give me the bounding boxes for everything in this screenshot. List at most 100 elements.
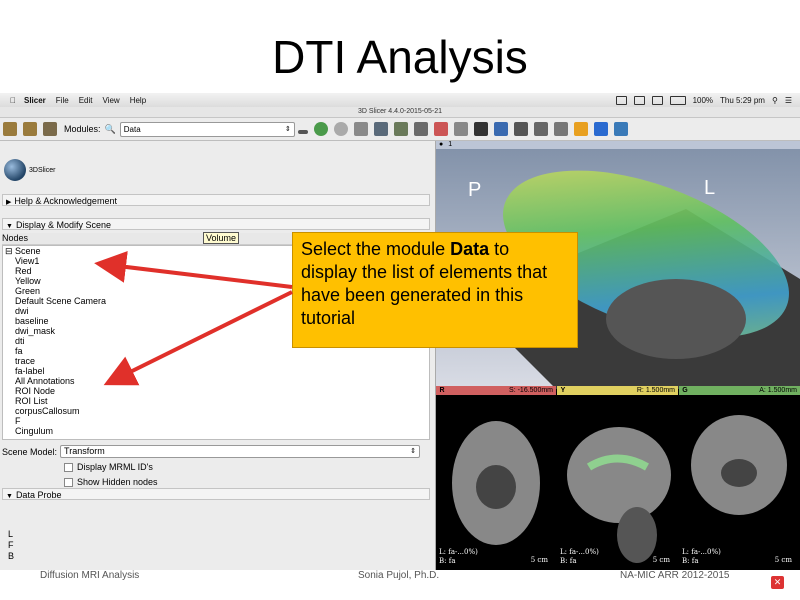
orientation-label-p: P	[468, 179, 482, 201]
view-3d-label: 1	[448, 141, 453, 148]
back-arrow-icon[interactable]	[313, 122, 328, 136]
data-probe-section[interactable]: ▼ Data Probe	[2, 488, 430, 500]
checkbox-icon	[64, 477, 73, 487]
tree-row[interactable]: ROI Node	[3, 386, 429, 396]
module-panel: 3DSlicer ▶ Help & Acknowledgement ▼ Displa…	[0, 141, 436, 570]
module-selector[interactable]: Data	[119, 121, 295, 137]
green-slice-view[interactable]: G A: 1.500mm L: fa-...0%) B: fa 5 cm	[679, 386, 800, 570]
segment-icon[interactable]	[413, 122, 428, 136]
notification-center-icon[interactable]: ☰	[785, 96, 792, 105]
battery-icon[interactable]	[669, 95, 686, 105]
green-slice-offset[interactable]: A: 1.500mm	[691, 386, 800, 395]
volume-tooltip: Volume	[203, 232, 240, 244]
checkbox-label: Display MRML ID's	[77, 462, 153, 472]
tree-row[interactable]: Cingulum	[3, 426, 429, 436]
forward-arrow-icon[interactable]	[333, 122, 348, 136]
red-slice-scale: 5 cm	[530, 556, 548, 564]
red-slice-info: L: fa-...0%) B: fa	[439, 548, 478, 565]
place-fiducial-icon[interactable]	[573, 122, 588, 136]
red-slice-view[interactable]: R S: -16.500mm L: fa-...0%) B: fa 5 cm	[436, 386, 556, 570]
dropbox-icon[interactable]	[615, 95, 627, 105]
footer-left: Diffusion MRI Analysis	[40, 570, 140, 581]
crosshair-icon[interactable]	[493, 122, 508, 136]
tree-row[interactable]: F	[3, 416, 429, 426]
expanded-triangle-icon: ▼	[6, 493, 13, 500]
load-dicom-icon[interactable]	[23, 122, 37, 136]
yellow-slice-info: L: fa-...0%) B: fa	[560, 548, 599, 565]
tree-row[interactable]: All Annotations	[3, 376, 429, 386]
yellow-slice-offset[interactable]: R: 1.500mm	[569, 386, 678, 395]
display-section-label: Display & Modify Scene	[15, 220, 111, 230]
extension-manager-icon[interactable]	[593, 122, 608, 136]
slicer-logo-text: 3DSlicer	[29, 166, 56, 174]
tree-row[interactable]: fa-label	[3, 366, 429, 376]
models-icon[interactable]	[373, 122, 388, 136]
checkbox-label: Show Hidden nodes	[77, 477, 158, 487]
markups-icon[interactable]	[433, 122, 448, 136]
tree-row[interactable]: corpusCallosum	[3, 406, 429, 416]
slicer-toolbar: Modules: 🔍 Data	[0, 118, 800, 141]
tree-row[interactable]: trace	[3, 356, 429, 366]
show-hidden-checkbox[interactable]: Show Hidden nodes	[64, 477, 158, 487]
python-console-icon[interactable]	[613, 122, 628, 136]
menu-help[interactable]: Help	[130, 96, 146, 105]
module-history-icon[interactable]	[297, 130, 308, 134]
menu-file[interactable]: File	[56, 96, 69, 105]
layout-icon[interactable]	[473, 122, 488, 136]
module-selected-value: Data	[123, 124, 141, 134]
data-probe-info: L F B	[8, 529, 14, 562]
scene-view-icon[interactable]	[533, 122, 548, 136]
green-slice-controller[interactable]: G A: 1.500mm	[679, 386, 800, 395]
checkbox-icon	[64, 462, 73, 472]
scene-model-select[interactable]: Transform	[60, 445, 421, 458]
transform-icon[interactable]	[453, 122, 468, 136]
airplay-icon[interactable]	[633, 95, 645, 105]
display-mrml-ids-checkbox[interactable]: Display MRML ID's	[64, 462, 153, 472]
yellow-slice-scale: 5 cm	[652, 556, 670, 564]
screenshot-icon[interactable]	[513, 122, 528, 136]
menu-edit[interactable]: Edit	[79, 96, 93, 105]
expanded-triangle-icon: ▼	[6, 223, 13, 230]
tree-row[interactable]: ROI List	[3, 396, 429, 406]
window-titlebar: 3D Slicer 4.4.0-2015-05-21	[0, 107, 800, 118]
load-data-icon[interactable]	[3, 122, 17, 136]
view-3d-pin-icon[interactable]: ●	[439, 141, 443, 148]
yellow-slice-image	[567, 427, 671, 563]
tree-row-label: Scene	[15, 246, 41, 256]
wifi-icon[interactable]	[651, 95, 663, 105]
viewer-area: ● 1 P L R S: -16.500mm L: fa-...0%) B: f…	[436, 141, 800, 570]
footer-center: Sonia Pujol, Ph.D.	[358, 570, 440, 581]
close-icon[interactable]: ✕	[771, 576, 784, 589]
menu-view[interactable]: View	[102, 96, 119, 105]
modules-label: Modules:	[64, 124, 101, 134]
probe-letter: B	[8, 551, 15, 561]
nodes-header-label: Nodes	[2, 233, 29, 243]
apple-icon[interactable]: 	[10, 96, 16, 105]
battery-percent: 100%	[692, 95, 714, 105]
green-slice-letter: G	[682, 387, 688, 394]
scene-model-row: Scene Model: Transform	[2, 445, 421, 458]
yellow-slice-view[interactable]: Y R: 1.500mm L: fa-...0%) B: fa 5 cm	[557, 386, 678, 570]
module-search-icon[interactable]: 🔍	[105, 124, 116, 135]
view-3d-controller[interactable]: ● 1	[436, 141, 800, 149]
yellow-slice-letter: Y	[560, 387, 566, 394]
scene-model-value: Transform	[64, 446, 105, 456]
red-slice-controller[interactable]: R S: -16.500mm	[436, 386, 556, 395]
yellow-slice-controller[interactable]: Y R: 1.500mm	[557, 386, 678, 395]
probe-letter: F	[8, 540, 14, 550]
app-menu[interactable]: Slicer	[24, 96, 46, 105]
menubar-clock[interactable]: Thu 5:29 pm	[720, 96, 765, 105]
help-section[interactable]: ▶ Help & Acknowledgement	[2, 194, 430, 206]
spotlight-icon[interactable]: ⚲	[772, 96, 778, 105]
volumes-icon[interactable]	[393, 122, 408, 136]
display-section[interactable]: ▼ Display & Modify Scene	[2, 218, 430, 230]
mac-menubar:  Slicer File Edit View Help 100% Thu 5:…	[0, 93, 800, 108]
green-slice-image	[691, 415, 787, 515]
capture-icon[interactable]	[553, 122, 568, 136]
save-icon[interactable]	[43, 122, 57, 136]
scene-model-label: Scene Model:	[2, 446, 58, 457]
red-slice-offset[interactable]: S: -16.500mm	[448, 386, 556, 395]
collapsed-triangle-icon: ▶	[6, 199, 12, 206]
probe-letter: L	[8, 529, 14, 539]
layout-conventional-icon[interactable]	[353, 122, 368, 136]
